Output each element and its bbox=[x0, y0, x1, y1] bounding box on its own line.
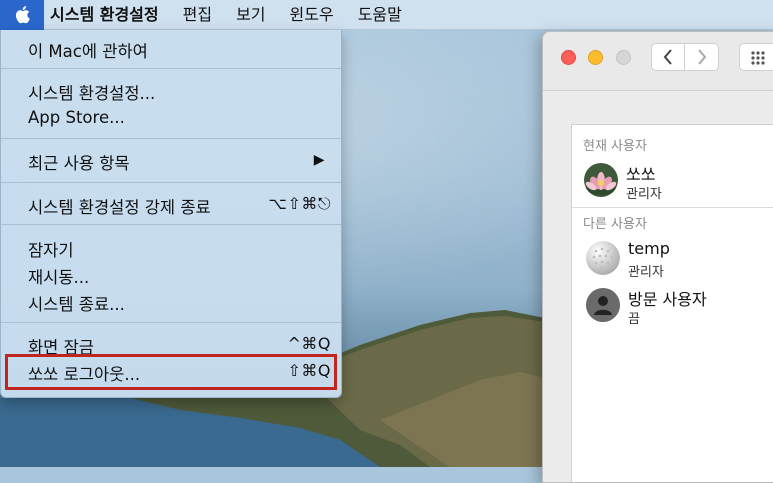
system-prefs-window: 현재 사용자 쏘쏘 관리자 다른 사용자 temp 관리자 방문 사용자 끔 bbox=[542, 31, 773, 483]
minimize-window-button[interactable] bbox=[588, 50, 603, 65]
menu-separator bbox=[1, 182, 341, 183]
menu-separator bbox=[1, 224, 341, 225]
apple-menu-button[interactable] bbox=[0, 0, 44, 30]
menu-item-label: 잠자기 bbox=[28, 241, 74, 260]
shortcut-lock-screen: ^⌘Q bbox=[287, 334, 331, 353]
menu-item-label: App Store... bbox=[28, 108, 125, 127]
menu-separator bbox=[1, 68, 341, 69]
person-silhouette-icon bbox=[586, 288, 620, 322]
menubar-help[interactable]: 도움말 bbox=[346, 0, 414, 30]
shortcut-force-quit: ⌥⇧⌘⎋ bbox=[268, 194, 331, 213]
menu-separator bbox=[1, 322, 341, 323]
forward-button[interactable] bbox=[685, 43, 719, 71]
other-users-header: 다른 사용자 bbox=[583, 217, 647, 232]
menu-item-label: 이 Mac에 관하여 bbox=[28, 42, 148, 61]
menu-item-force-quit[interactable]: 시스템 환경설정 강제 종료 ⌥⇧⌘⎋ bbox=[1, 192, 341, 217]
submenu-arrow-icon: ▶ bbox=[313, 152, 325, 168]
user-name-temp: temp bbox=[628, 239, 670, 258]
current-user-name: 쏘쏘 bbox=[626, 165, 656, 184]
menu-item-system-prefs[interactable]: 시스템 환경설정... bbox=[1, 78, 341, 103]
menu-item-shutdown[interactable]: 시스템 종료... bbox=[1, 289, 341, 314]
menu-item-sleep[interactable]: 잠자기 bbox=[1, 235, 341, 260]
window-titlebar bbox=[543, 32, 773, 91]
menu-separator bbox=[1, 138, 341, 139]
menu-item-label: 재시동... bbox=[28, 268, 90, 287]
golf-ball-avatar-icon bbox=[586, 241, 620, 275]
chevron-left-icon bbox=[663, 49, 672, 65]
show-all-button[interactable] bbox=[739, 43, 773, 71]
current-user-header: 현재 사용자 bbox=[583, 139, 647, 154]
user-role-guest: 끔 bbox=[628, 312, 640, 327]
menubar-window[interactable]: 윈도우 bbox=[278, 0, 346, 30]
menu-item-label: 시스템 환경설정... bbox=[28, 84, 156, 103]
menu-item-recent-items[interactable]: 최근 사용 항목 ▶ bbox=[1, 148, 341, 173]
menu-bar: 시스템 환경설정 편집 보기 윈도우 도움말 bbox=[0, 0, 773, 30]
back-button[interactable] bbox=[651, 43, 685, 71]
users-list-panel: 현재 사용자 쏘쏘 관리자 다른 사용자 temp 관리자 방문 사용자 끔 bbox=[571, 124, 773, 482]
menubar-view[interactable]: 보기 bbox=[224, 0, 277, 30]
close-window-button[interactable] bbox=[561, 50, 576, 65]
menu-item-label: 시스템 환경설정 강제 종료 bbox=[28, 198, 211, 217]
menu-item-label: 시스템 종료... bbox=[28, 295, 125, 314]
menu-item-lock-screen[interactable]: 화면 잠금 ^⌘Q bbox=[1, 332, 341, 357]
user-role-temp: 관리자 bbox=[628, 265, 664, 280]
user-name-guest: 방문 사용자 bbox=[628, 290, 707, 309]
apple-menu-dropdown: 이 Mac에 관하여 시스템 환경설정... App Store... 최근 사… bbox=[0, 30, 342, 398]
menu-item-restart[interactable]: 재시동... bbox=[1, 262, 341, 287]
chevron-right-icon bbox=[697, 49, 706, 65]
menu-item-label: 최근 사용 항목 bbox=[28, 154, 130, 173]
grid-icon bbox=[751, 51, 765, 65]
zoom-window-button[interactable] bbox=[616, 50, 631, 65]
lotus-avatar-icon bbox=[584, 163, 618, 197]
apple-logo-icon bbox=[15, 5, 30, 24]
menubar-app-name[interactable]: 시스템 환경설정 bbox=[44, 0, 171, 30]
menubar-edit[interactable]: 편집 bbox=[171, 0, 224, 30]
current-user-role: 관리자 bbox=[626, 187, 662, 202]
logout-highlight-box bbox=[5, 354, 337, 390]
panel-separator bbox=[572, 207, 773, 208]
menu-item-about[interactable]: 이 Mac에 관하여 bbox=[1, 36, 341, 61]
menu-item-app-store[interactable]: App Store... bbox=[1, 106, 341, 130]
